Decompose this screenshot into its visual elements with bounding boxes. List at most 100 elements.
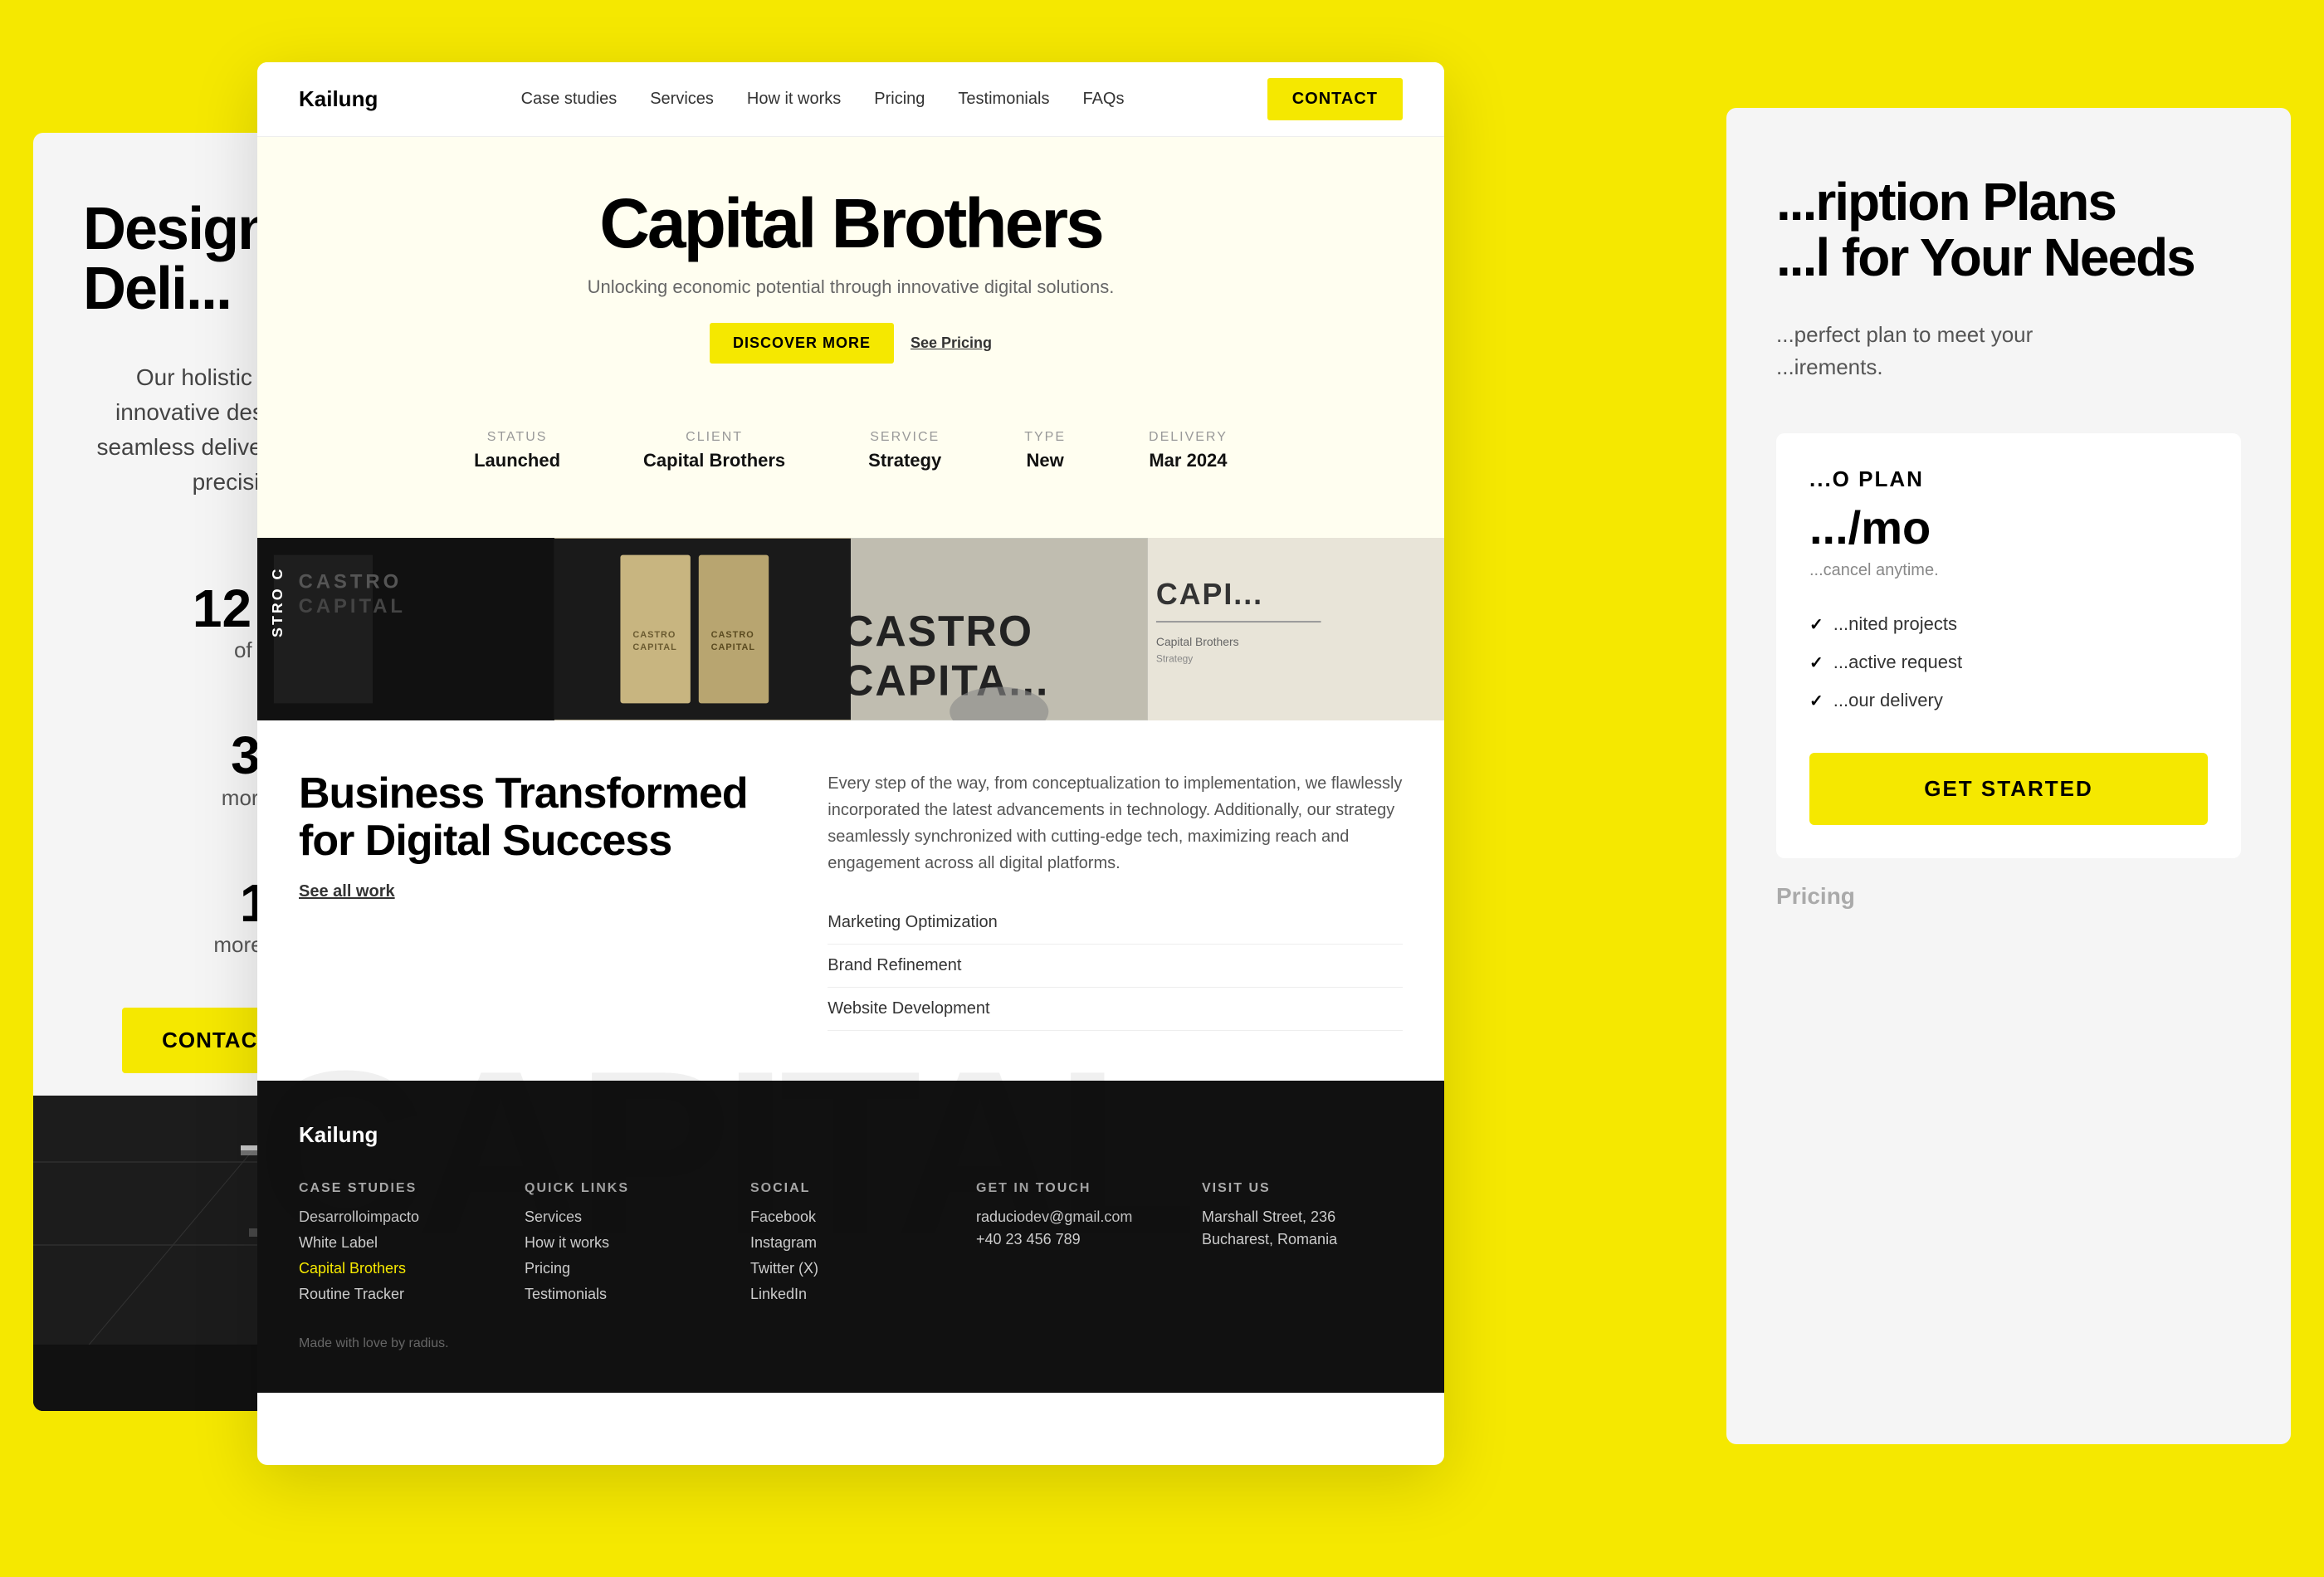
footer-address-line2: Bucharest, Romania	[1202, 1231, 1403, 1248]
footer-link-1[interactable]: Desarrolloimpacto	[299, 1208, 500, 1226]
nav-faqs[interactable]: FAQs	[1082, 90, 1124, 109]
footer-case-studies: CASE STUDIES Desarrolloimpacto White Lab…	[299, 1181, 500, 1311]
pricing-footer-label: Pricing	[1776, 883, 2241, 910]
meta-delivery: DELIVERY Mar 2024	[1149, 430, 1228, 471]
footer-link-2[interactable]: White Label	[299, 1234, 500, 1252]
main-card: Kailung Case studies Services How it wor…	[257, 62, 1444, 1465]
footer-facebook[interactable]: Facebook	[750, 1208, 951, 1226]
svg-text:CASTRO: CASTRO	[632, 630, 676, 640]
footer-grid: CASE STUDIES Desarrolloimpacto White Lab…	[299, 1181, 1403, 1311]
svg-text:Capital Brothers: Capital Brothers	[1155, 635, 1238, 648]
client-value: Capital Brothers	[643, 450, 785, 471]
business-section: Business Transformed for Digital Success…	[257, 720, 1444, 1081]
footer-twitter[interactable]: Twitter (X)	[750, 1260, 951, 1277]
gallery-item-3: CASTRO CAPITA...	[851, 538, 1148, 720]
delivery-value: Mar 2024	[1149, 450, 1228, 471]
gallery: STRO C CASTRO CAPITAL CASTRO CAPITAL CAS…	[257, 538, 1444, 720]
footer-visit-title: VISIT US	[1202, 1181, 1403, 1196]
svg-text:CASTRO: CASTRO	[851, 607, 1033, 655]
hero-title: Capital Brothers	[299, 187, 1403, 260]
footer-link-3[interactable]: Capital Brothers	[299, 1260, 500, 1277]
feature-2: ✓ ...active request	[1809, 643, 2208, 681]
feature-3: ✓ ...our delivery	[1809, 681, 2208, 720]
gallery-item-2: CASTRO CAPITAL CASTRO CAPITAL	[554, 538, 852, 720]
hero-buttons: DISCOVER MORE See Pricing	[299, 323, 1403, 364]
nav-pricing[interactable]: Pricing	[874, 90, 925, 109]
see-all-work-link[interactable]: See all work	[299, 882, 395, 901]
footer-cs-title: CASE STUDIES	[299, 1181, 500, 1196]
footer-ql-title: QUICK LINKS	[525, 1181, 725, 1196]
svg-text:STRO C: STRO C	[269, 567, 286, 637]
footer-address-line1: Marshall Street, 236	[1202, 1208, 1403, 1226]
gallery-item-4: CAPI... Capital Brothers Strategy	[1148, 538, 1445, 720]
footer-pricing-link[interactable]: Pricing	[525, 1260, 725, 1277]
footer-phone: +40 23 456 789	[976, 1231, 1177, 1248]
footer-contact: GET IN TOUCH raduciodev@gmail.com +40 23…	[976, 1181, 1177, 1311]
footer-testimonials-link[interactable]: Testimonials	[525, 1286, 725, 1303]
business-description: Every step of the way, from conceptualiz…	[828, 770, 1403, 876]
footer-services-link[interactable]: Services	[525, 1208, 725, 1226]
status-value: Launched	[474, 450, 560, 471]
footer: Kailung CASE STUDIES Desarrolloimpacto W…	[257, 1081, 1444, 1393]
status-label: STATUS	[474, 430, 560, 445]
service-label: SERVICE	[868, 430, 941, 445]
footer-email: raduciodev@gmail.com	[976, 1208, 1177, 1226]
meta-row: STATUS Launched CLIENT Capital Brothers …	[299, 405, 1403, 505]
footer-social: SOCIAL Facebook Instagram Twitter (X) Li…	[750, 1181, 951, 1311]
get-started-button[interactable]: GET STARTED	[1809, 753, 2208, 825]
check-icon-3: ✓	[1809, 691, 1824, 711]
plan-name: ...O PLAN	[1809, 466, 2208, 492]
svg-text:CAPITAL: CAPITAL	[299, 595, 406, 618]
see-pricing-button[interactable]: See Pricing	[911, 323, 992, 364]
svg-text:CAPITAL: CAPITAL	[632, 642, 676, 652]
svg-text:CAPITAL: CAPITAL	[710, 642, 754, 652]
plan-price: .../mo	[1809, 500, 2208, 554]
navbar-links: Case studies Services How it works Prici…	[521, 90, 1125, 109]
service-value: Strategy	[868, 450, 941, 471]
meta-type: TYPE New	[1024, 430, 1066, 471]
svg-text:Strategy: Strategy	[1155, 653, 1192, 665]
navbar-logo: Kailung	[299, 86, 378, 112]
footer-social-title: SOCIAL	[750, 1181, 951, 1196]
type-value: New	[1024, 450, 1066, 471]
footer-logo: Kailung	[299, 1122, 1403, 1148]
service-brand: Brand Refinement	[828, 945, 1403, 988]
plan-features: ✓ ...nited projects ✓ ...active request …	[1809, 605, 2208, 720]
hero-subtitle: Unlocking economic potential through inn…	[299, 276, 1403, 298]
right-panel-sub: ...perfect plan to meet your...irements.	[1776, 319, 2241, 383]
type-label: TYPE	[1024, 430, 1066, 445]
right-panel-headline: ...ription Plans...l for Your Needs	[1776, 174, 2241, 286]
business-right: Every step of the way, from conceptualiz…	[828, 770, 1403, 1031]
plan-cancel: ...cancel anytime.	[1809, 561, 2208, 580]
nav-services[interactable]: Services	[650, 90, 714, 109]
delivery-label: DELIVERY	[1149, 430, 1228, 445]
meta-status: STATUS Launched	[474, 430, 560, 471]
business-left: Business Transformed for Digital Success…	[299, 770, 778, 1031]
contact-button[interactable]: CONTACT	[1267, 78, 1403, 120]
svg-text:CASTRO: CASTRO	[710, 630, 754, 640]
feature-1: ✓ ...nited projects	[1809, 605, 2208, 643]
nav-testimonials[interactable]: Testimonials	[958, 90, 1049, 109]
svg-text:CASTRO: CASTRO	[299, 571, 402, 593]
gallery-item-1: STRO C CASTRO CAPITAL	[257, 538, 554, 720]
meta-client: CLIENT Capital Brothers	[643, 430, 785, 471]
check-icon-2: ✓	[1809, 652, 1824, 673]
service-web: Website Development	[828, 988, 1403, 1031]
footer-bottom: Made with love by radius.	[299, 1336, 1403, 1351]
meta-service: SERVICE Strategy	[868, 430, 941, 471]
footer-git-title: GET IN TOUCH	[976, 1181, 1177, 1196]
footer-linkedin[interactable]: LinkedIn	[750, 1286, 951, 1303]
footer-how-it-works-link[interactable]: How it works	[525, 1234, 725, 1252]
discover-more-button[interactable]: DISCOVER MORE	[710, 323, 894, 364]
nav-how-it-works[interactable]: How it works	[747, 90, 841, 109]
plan-card: ...O PLAN .../mo ...cancel anytime. ✓ ..…	[1776, 433, 2241, 858]
footer-instagram[interactable]: Instagram	[750, 1234, 951, 1252]
footer-address: VISIT US Marshall Street, 236 Bucharest,…	[1202, 1181, 1403, 1311]
footer-link-4[interactable]: Routine Tracker	[299, 1286, 500, 1303]
navbar: Kailung Case studies Services How it wor…	[257, 62, 1444, 137]
check-icon-1: ✓	[1809, 614, 1824, 635]
service-marketing: Marketing Optimization	[828, 901, 1403, 945]
right-panel: ...ription Plans...l for Your Needs ...p…	[1726, 108, 2291, 1444]
nav-case-studies[interactable]: Case studies	[521, 90, 618, 109]
business-title: Business Transformed for Digital Success	[299, 770, 778, 865]
